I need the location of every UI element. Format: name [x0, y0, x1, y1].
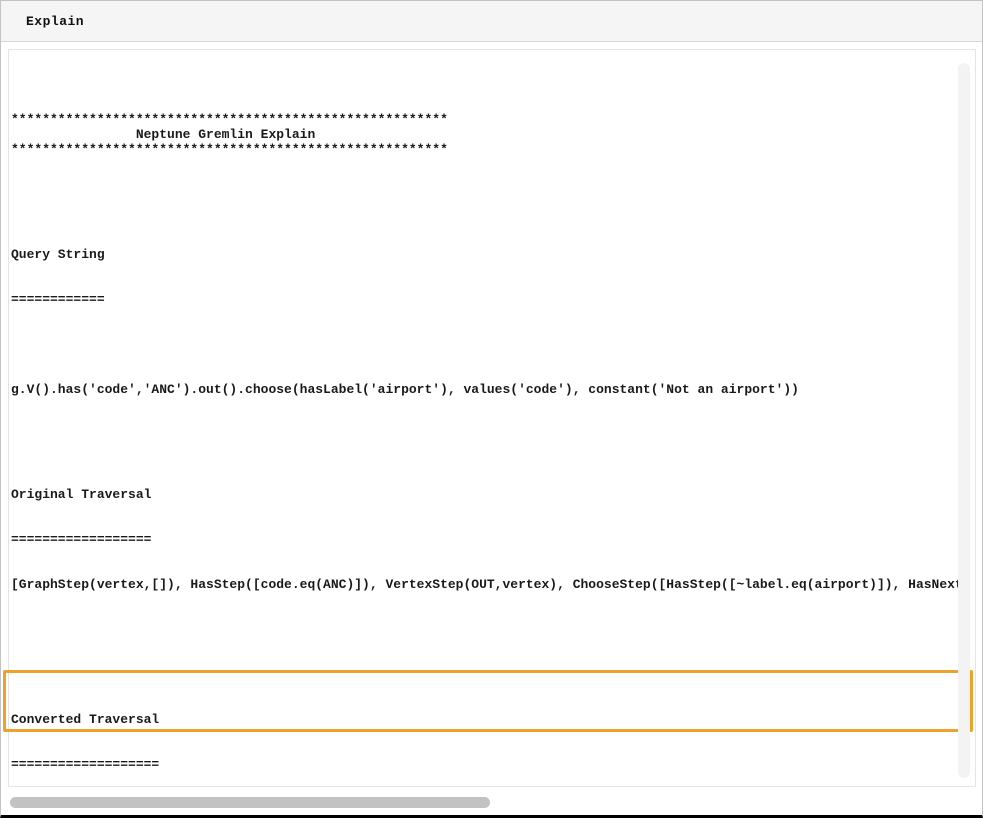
- section-heading: Converted Traversal: [11, 712, 961, 727]
- section-underline: ===================: [11, 757, 961, 772]
- explain-widget: Explain ********************************…: [0, 0, 983, 818]
- section-underline: ============: [11, 292, 961, 307]
- query-string-value: g.V().has('code','ANC').out().choose(has…: [11, 382, 961, 397]
- horizontal-scrollbar-thumb[interactable]: [10, 797, 490, 808]
- converted-traversal-section: Converted Traversal =================== …: [11, 682, 961, 786]
- section-heading: Query String: [11, 247, 961, 262]
- tab-explain[interactable]: Explain: [26, 14, 84, 29]
- tab-bar: Explain: [1, 1, 982, 42]
- explain-output-text: ****************************************…: [11, 67, 961, 786]
- original-traversal-body: [GraphStep(vertex,[]), HasStep([code.eq(…: [11, 577, 961, 592]
- query-string-section: Query String ============: [11, 217, 961, 337]
- section-heading: Original Traversal: [11, 487, 961, 502]
- vertical-scrollbar[interactable]: [958, 63, 970, 778]
- original-traversal-section: Original Traversal ================== [G…: [11, 457, 961, 622]
- banner: ****************************************…: [11, 112, 961, 157]
- explain-output-panel: ****************************************…: [8, 49, 976, 787]
- section-underline: ==================: [11, 532, 961, 547]
